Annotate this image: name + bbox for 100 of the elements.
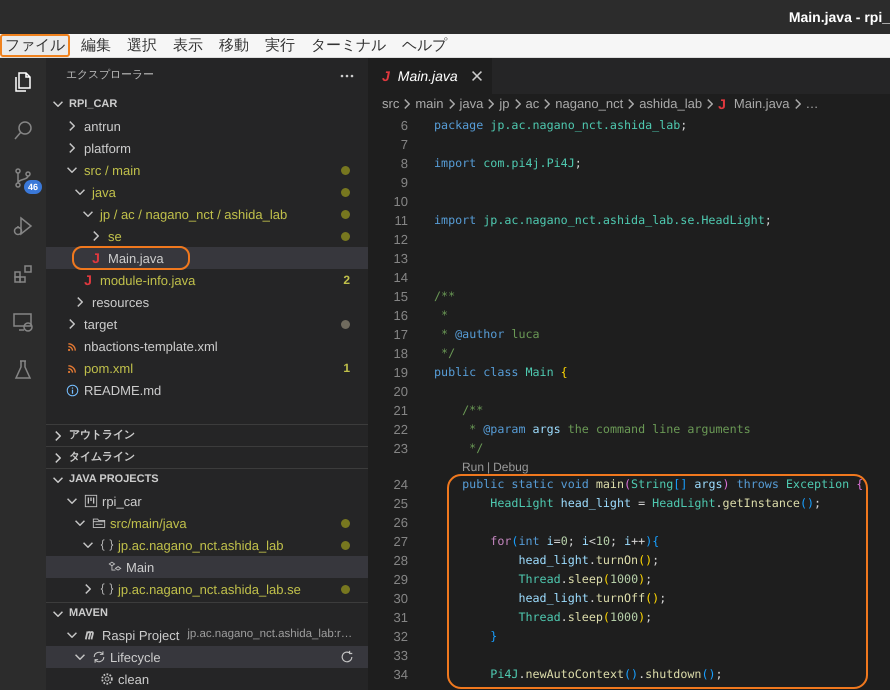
more-icon: [340, 74, 354, 78]
breadcrumb-item[interactable]: java: [460, 94, 484, 114]
menu-item[interactable]: ファイル: [0, 34, 70, 57]
line-number: 31: [392, 608, 408, 627]
breadcrumb-item[interactable]: …: [806, 94, 819, 114]
tree-item[interactable]: platform: [46, 137, 368, 159]
tree-item[interactable]: nbactions-template.xml: [46, 335, 368, 357]
folder-icon: [92, 516, 106, 530]
problem-count: 1: [343, 360, 350, 377]
line-number: 23: [392, 440, 408, 458]
tree-item[interactable]: src / main: [46, 159, 368, 181]
menu-item[interactable]: ヘルプ: [397, 34, 452, 57]
section-header[interactable]: JAVA PROJECTS: [46, 468, 368, 490]
breadcrumb-item[interactable]: src: [382, 94, 400, 114]
line-number: 29: [392, 570, 408, 589]
tree-item[interactable]: java: [46, 181, 368, 203]
tree-item[interactable]: jp.ac.nagano_nct.ashida_lab: [46, 534, 368, 556]
chevron-right-icon: [514, 99, 521, 109]
line-number: 9: [400, 174, 408, 192]
code-line: /**: [461, 402, 484, 419]
chevron-right-icon: [707, 99, 714, 109]
line-number: 19: [392, 364, 408, 382]
code-line: head_light.turnOn();: [517, 552, 660, 569]
tree-item[interactable]: resources: [46, 291, 368, 313]
code-line: for(int i=0; i<10; i++){: [489, 532, 660, 550]
activity-bar-item[interactable]: 46: [0, 154, 46, 202]
line-number: 34: [392, 666, 408, 684]
chevron-right-icon: [794, 99, 801, 109]
section-header[interactable]: MAVEN: [46, 602, 368, 624]
tree-item[interactable]: J module-info.java 2: [46, 269, 368, 291]
line-number: 25: [392, 494, 408, 513]
rss-icon: [66, 362, 78, 374]
code-line: */: [440, 344, 456, 362]
tree-item[interactable]: pom.xml 1: [46, 357, 368, 379]
notification-badge: 46: [24, 180, 42, 194]
code-line: head_light.turnOff();: [517, 590, 666, 607]
tree-item[interactable]: antrun: [46, 115, 368, 137]
code-line: * @author luca: [440, 326, 540, 343]
line-number: 13: [392, 250, 408, 268]
section-header[interactable]: アウトライン: [46, 424, 368, 446]
menu-item[interactable]: 移動: [214, 34, 254, 57]
chevron-right-icon: [544, 99, 550, 109]
line-number: 18: [392, 344, 408, 363]
menu-item[interactable]: 編集: [76, 34, 116, 57]
chevron-right-icon: [448, 99, 455, 109]
tree-item[interactable]: jp / ac / nagano_nct / ashida_lab: [46, 203, 368, 225]
line-number: 21: [392, 402, 408, 420]
sync-icon: [92, 650, 106, 664]
tree-item[interactable]: src/main/java: [46, 512, 368, 534]
tree-item[interactable]: se: [46, 225, 368, 247]
window-title: Main.java - rpi_: [788, 8, 890, 27]
code-line: package jp.ac.nagano_nct.ashida_lab;: [434, 116, 688, 134]
tree-item[interactable]: target: [46, 313, 368, 335]
chevron-right-icon: [488, 99, 494, 109]
java-icon: J: [84, 273, 92, 287]
tree-item[interactable]: README.md: [46, 379, 368, 401]
tree-item[interactable]: Raspi Project jp.ac.nagano_nct.ashida_lab:r…: [46, 624, 368, 646]
code-line: Thread.sleep(1000);: [517, 570, 652, 588]
java-icon: J: [92, 251, 100, 265]
editor-tab[interactable]: J Main.java: [368, 58, 492, 94]
code-line: public static void main(String[] args) throws Exception {: [461, 476, 864, 493]
line-number: 12: [392, 230, 408, 249]
code-line: *: [440, 306, 448, 324]
tree-item[interactable]: Lifecycle: [46, 646, 368, 668]
info-icon: [66, 384, 78, 396]
line-number: 27: [392, 532, 408, 551]
breadcrumb-item[interactable]: main: [415, 94, 444, 114]
code-line: public class Main {: [434, 364, 568, 381]
line-number: 7: [400, 136, 408, 154]
tree-item[interactable]: clean: [46, 668, 368, 690]
line-number: 30: [392, 590, 408, 608]
breadcrumb-item[interactable]: ac: [526, 94, 540, 114]
run-debug-icon: [11, 214, 35, 238]
codelens-link[interactable]: Debug: [493, 458, 529, 476]
section-header[interactable]: タイムライン: [46, 446, 368, 468]
code-line: }: [489, 628, 498, 645]
code-line: HeadLight head_light = HeadLight.getInstance();: [489, 494, 822, 512]
menu-item[interactable]: 選択: [122, 34, 162, 57]
line-number: 26: [392, 514, 408, 532]
menu-item[interactable]: 表示: [168, 34, 208, 57]
line-number: 11: [394, 212, 408, 230]
codelens-link[interactable]: Run: [462, 458, 484, 476]
code-line: Thread.sleep(1000);: [517, 608, 652, 626]
line-number: 17: [392, 326, 408, 344]
breadcrumb-item[interactable]: jp: [499, 94, 510, 114]
menu-item[interactable]: 実行: [260, 34, 300, 57]
breadcrumb-item[interactable]: nagano_nct: [555, 94, 624, 114]
breadcrumb-item[interactable]: J Main.java: [718, 94, 790, 114]
code-line: import com.pi4j.Pi4J;: [434, 154, 582, 172]
braces-icon: [100, 538, 114, 552]
problem-count: 2: [343, 272, 350, 289]
code-line: Pi4J.newAutoContext().shutdown();: [489, 666, 723, 683]
tree-item[interactable]: J Main.java: [46, 247, 368, 269]
tree-item[interactable]: Main: [46, 556, 368, 578]
menu-item[interactable]: ターミナル: [306, 34, 391, 57]
tree-item[interactable]: jp.ac.nagano_nct.ashida_lab.se: [46, 578, 368, 600]
line-number: 32: [392, 628, 408, 646]
section-header[interactable]: RPI_CAR: [46, 93, 368, 115]
tree-item[interactable]: rpi_car: [46, 490, 368, 512]
breadcrumb-item[interactable]: ashida_lab: [639, 94, 702, 114]
